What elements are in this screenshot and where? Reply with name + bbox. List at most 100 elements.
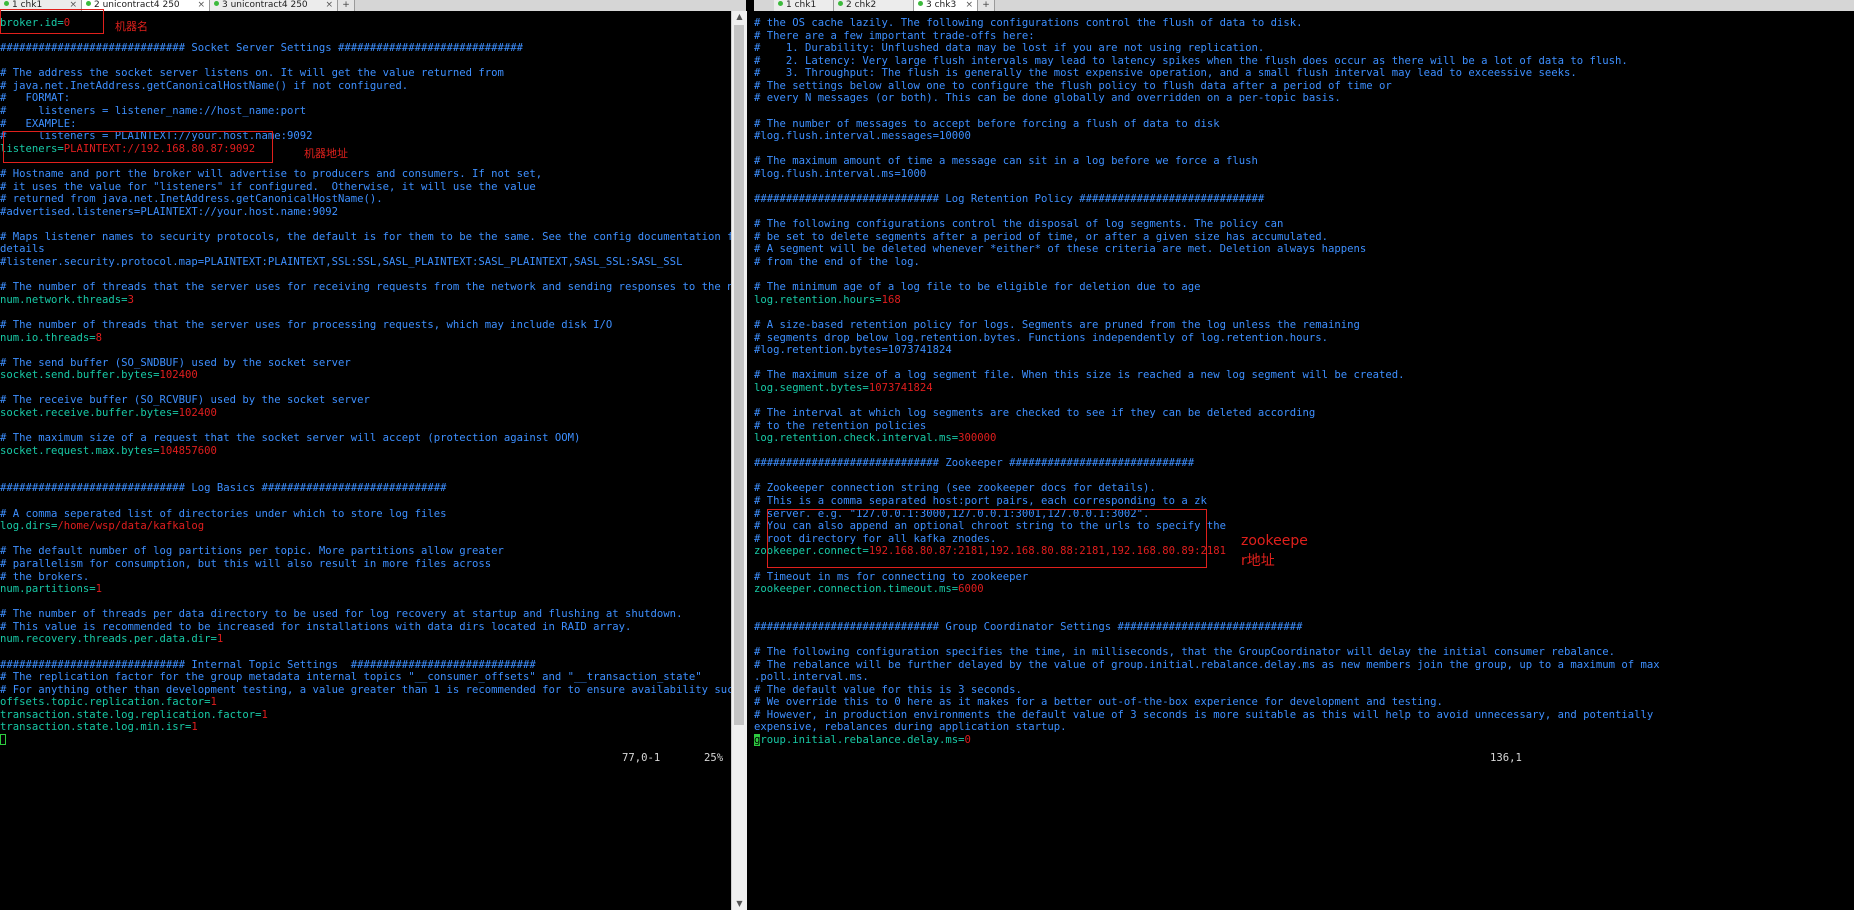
left-scrollbar-thumb[interactable]	[734, 25, 744, 725]
line-segment: log.dirs=	[0, 520, 58, 533]
line-segment: # to the retention policies	[754, 419, 927, 432]
line-segment: 1	[261, 708, 268, 721]
line-segment: # the brokers.	[0, 570, 90, 583]
line-segment: # 1. Durability: Unflushed data may be l…	[754, 42, 1265, 55]
zookeeper-highlight-box	[767, 509, 1207, 568]
line-segment: #log.flush.interval.ms=1000	[754, 167, 927, 180]
terminal-line: expensive, rebalances during application…	[754, 721, 1067, 733]
terminal-line: # The number of threads per data directo…	[0, 608, 682, 620]
terminal-line: # FORMAT:	[0, 92, 70, 104]
terminal-line: # A comma seperated list of directories …	[0, 508, 446, 520]
listener-annotation: 机器地址	[304, 147, 348, 160]
broker-id-highlight-box	[0, 9, 104, 34]
line-segment: 102400	[178, 406, 217, 419]
terminal-line: # The number of threads that the server …	[0, 281, 731, 293]
session-status-icon	[86, 1, 91, 6]
left-scrollbar[interactable]: ▲ ▼	[731, 11, 747, 910]
terminal-line: # the OS cache lazily. The following con…	[754, 17, 1303, 29]
line-segment: # A size-based retention policy for logs…	[754, 318, 1360, 331]
line-segment: # A segment will be deleted whenever *ei…	[754, 243, 1367, 256]
line-segment: log.retention.check.interval.ms=	[754, 432, 959, 445]
line-segment: /home/wsp/data/kafkalog	[57, 520, 205, 533]
scroll-down-icon[interactable]: ▼	[732, 898, 747, 910]
terminal-line: # it uses the value for "listeners" if c…	[0, 181, 536, 193]
zookeeper-annotation-line1: zookeepe	[1241, 533, 1308, 549]
line-segment: ############################# Log Retent…	[754, 193, 1265, 206]
line-segment: num.recovery.threads.per.data.dir=	[0, 633, 217, 646]
session-status-icon	[4, 1, 9, 6]
line-segment: # 2. Latency: Very large flush intervals…	[754, 54, 1628, 67]
line-segment: # The settings below allow one to config…	[754, 79, 1392, 92]
terminal-line: socket.receive.buffer.bytes=102400	[0, 407, 217, 419]
right-terminal-pane[interactable]: # the OS cache lazily. The following con…	[754, 11, 1854, 910]
left-status-percent: 25%	[704, 752, 724, 764]
terminal-line: ############################# Log Retent…	[754, 193, 1264, 205]
line-segment: # We override this to 0 here as it makes…	[754, 696, 1443, 709]
close-icon[interactable]: ×	[965, 0, 973, 11]
terminal-line: # EXAMPLE:	[0, 118, 77, 130]
right-tab-3[interactable]: 3 chk3 ×	[914, 0, 978, 11]
close-icon[interactable]: ×	[197, 0, 205, 11]
right-tab-3-label: 3 chk3	[926, 0, 957, 10]
line-segment: # the OS cache lazily. The following con…	[754, 17, 1303, 29]
line-segment: #log.retention.bytes=1073741824	[754, 344, 952, 357]
left-tab-bar: 1 chk1 × 2 unicontract4 250 × 3 unicontrac…	[0, 0, 746, 11]
line-segment: # FORMAT:	[0, 92, 71, 105]
line-segment: #advertised.listeners=PLAINTEXT://your.h…	[0, 205, 339, 218]
line-segment: # The default value for this is 3 second…	[754, 683, 1022, 696]
right-tab-1-label: 1 chk1	[786, 0, 817, 10]
text-cursor	[0, 734, 6, 746]
terminal-line: # java.net.InetAddress.getCanonicalHostN…	[0, 80, 408, 92]
line-segment: 8	[95, 331, 103, 344]
right-tab-2[interactable]: 2 chk2	[834, 0, 914, 11]
line-segment: ############################# Zookeeper …	[754, 457, 1195, 470]
session-status-icon	[838, 1, 843, 6]
terminal-line: log.segment.bytes=1073741824	[754, 382, 933, 394]
terminal-line: # listeners = listener_name://host_name:…	[0, 105, 306, 117]
line-segment: # Timeout in ms for connecting to zookee…	[754, 570, 1029, 583]
line-segment: num.network.threads=	[0, 293, 128, 306]
right-tab-1[interactable]: 1 chk1	[774, 0, 834, 11]
terminal-line: group.initial.rebalance.delay.ms=0	[754, 734, 971, 747]
line-segment: 104857600	[159, 444, 217, 457]
scroll-up-icon[interactable]: ▲	[732, 11, 747, 23]
terminal-line: # This is a comma separated host:port pa…	[754, 495, 1207, 507]
line-segment: # There are a few important trade-offs h…	[754, 29, 1035, 42]
terminal-line: # However, in production environments th…	[754, 709, 1653, 721]
terminal-line: transaction.state.log.min.isr=1	[0, 721, 198, 733]
line-segment: # The number of threads per data directo…	[0, 608, 683, 621]
line-segment: 1	[95, 583, 103, 596]
left-status-position: 77,0-1	[622, 752, 661, 764]
listeners-highlight-box	[3, 131, 273, 163]
line-segment: .poll.interval.ms.	[754, 671, 869, 684]
terminal-line: num.network.threads=3	[0, 294, 134, 306]
terminal-line: # The maximum amount of time a message c…	[754, 155, 1258, 167]
line-segment: # 3. Throughput: The flush is generally …	[754, 67, 1577, 80]
line-segment: # The maximum size of a log segment file…	[754, 369, 1405, 382]
line-segment: # The following configuration specifies …	[754, 646, 1616, 658]
terminal-line: # 2. Latency: Very large flush intervals…	[754, 55, 1628, 67]
right-tab-2-label: 2 chk2	[846, 0, 877, 10]
terminal-line: # to the retention policies	[754, 420, 926, 432]
terminal-line: # The send buffer (SO_SNDBUF) used by th…	[0, 357, 351, 369]
new-tab-button[interactable]: +	[978, 0, 995, 11]
terminal-line: # There are a few important trade-offs h…	[754, 30, 1035, 42]
terminal-line: # 1. Durability: Unflushed data may be l…	[754, 42, 1264, 54]
left-tab-3[interactable]: 3 unicontract4 250 ×	[210, 0, 338, 11]
line-segment: # java.net.InetAddress.getCanonicalHostN…	[0, 79, 409, 92]
line-segment: # The receive buffer (SO_RCVBUF) used by…	[0, 394, 370, 407]
terminal-line: # The following configuration specifies …	[754, 646, 1615, 658]
close-icon[interactable]: ×	[325, 0, 333, 11]
terminal-line: # The number of messages to accept befor…	[754, 118, 1220, 130]
line-segment: 1	[191, 721, 198, 734]
terminal-line: # The receive buffer (SO_RCVBUF) used by…	[0, 394, 370, 406]
new-tab-button[interactable]: +	[338, 0, 355, 11]
terminal-line: # from the end of the log.	[754, 256, 920, 268]
terminal-line: # Timeout in ms for connecting to zookee…	[754, 571, 1028, 583]
line-segment: ############################# Log Basics…	[0, 482, 447, 495]
terminal-line: # A size-based retention policy for logs…	[754, 319, 1360, 331]
line-segment: 300000	[958, 432, 997, 445]
line-segment: transaction.state.log.min.isr=	[0, 721, 192, 734]
line-segment: # However, in production environments th…	[754, 708, 1654, 721]
line-segment: #log.flush.interval.messages=10000	[754, 130, 971, 143]
